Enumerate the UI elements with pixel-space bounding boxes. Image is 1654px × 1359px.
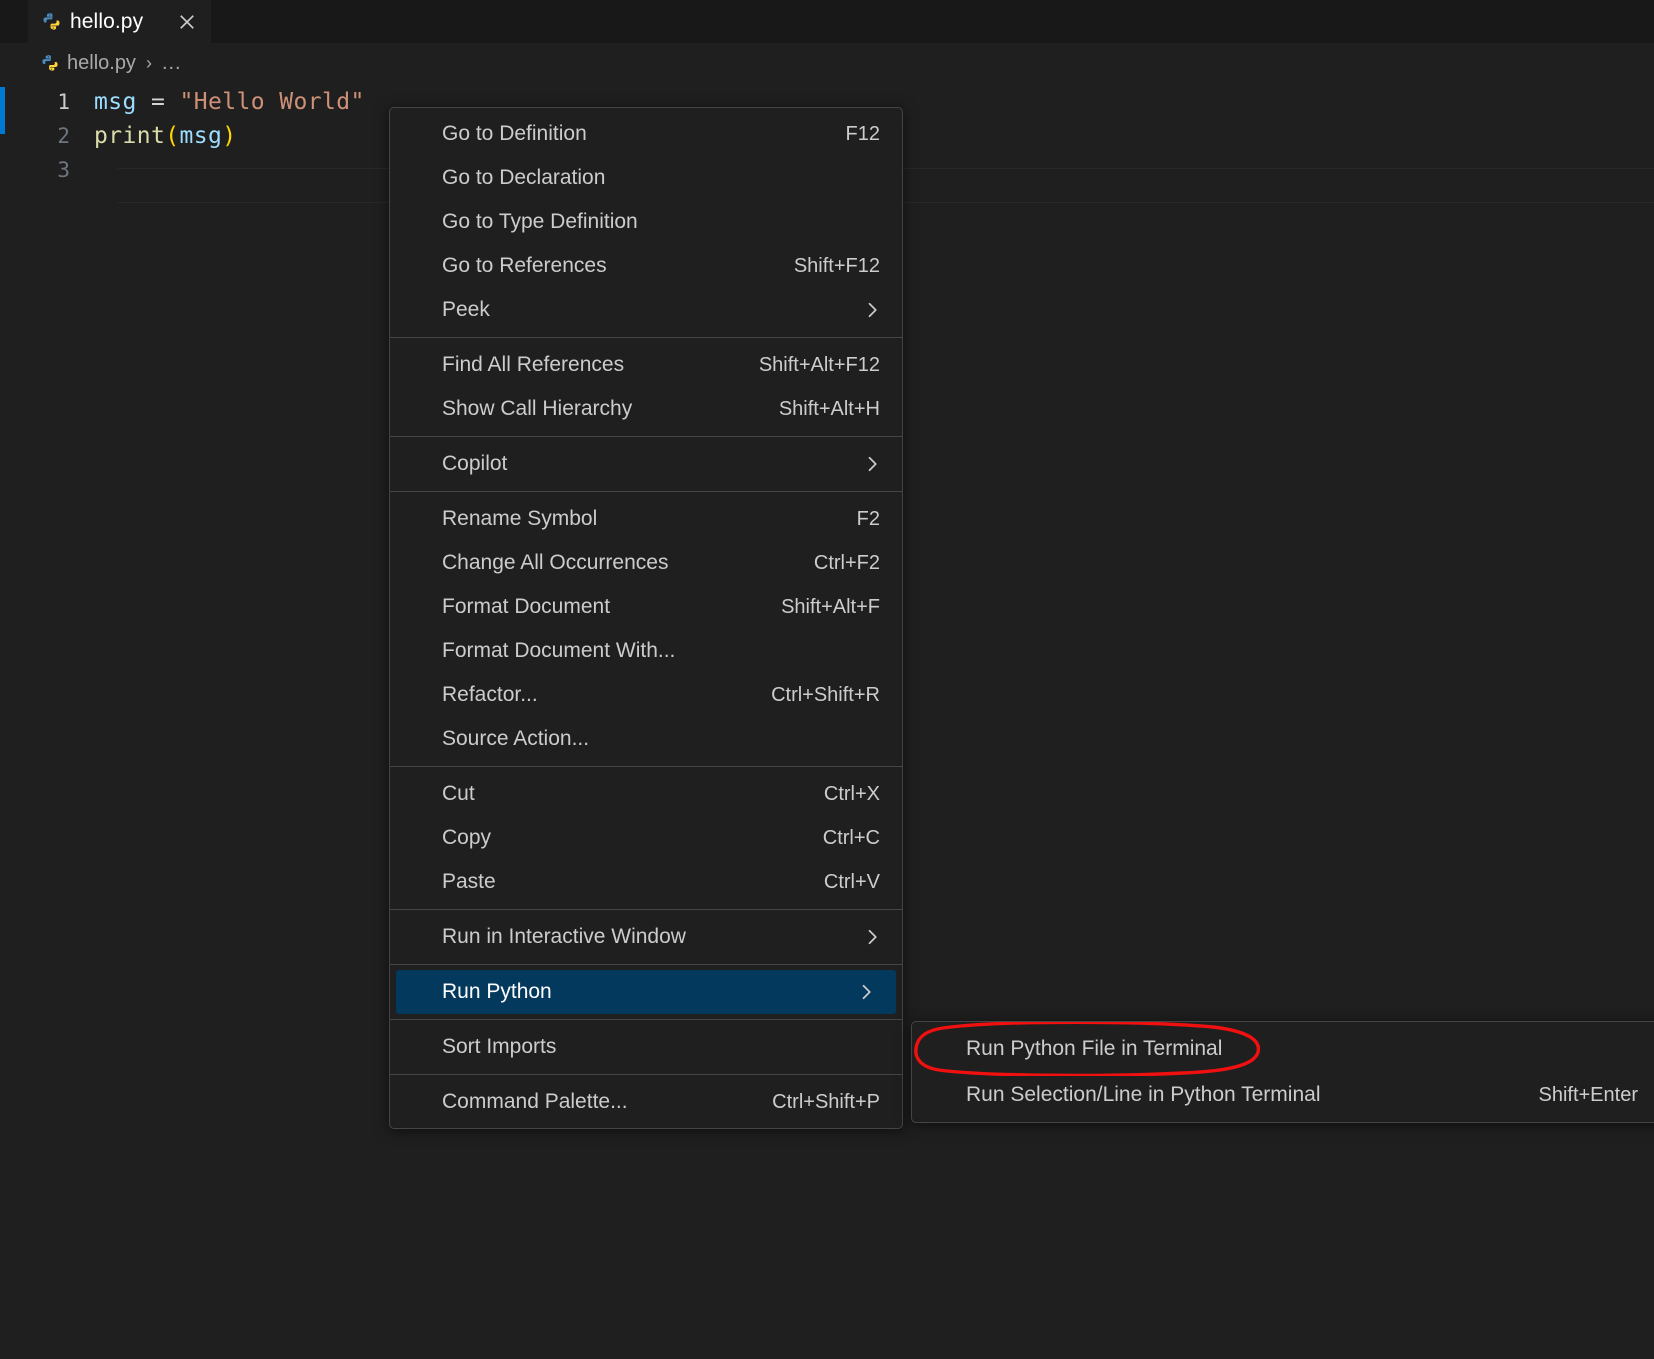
chevron-right-icon	[862, 300, 884, 320]
menu-item-sort-imports[interactable]: Sort Imports	[390, 1025, 902, 1069]
breadcrumb-overflow[interactable]: ...	[162, 52, 182, 75]
menu-separator	[390, 491, 902, 492]
menu-item-label: Run Python File in Terminal	[966, 1037, 1222, 1061]
run-python-submenu[interactable]: Run Python File in Terminal Run Selection…	[911, 1021, 1654, 1123]
menu-item-paste[interactable]: Paste Ctrl+V	[390, 860, 902, 904]
menu-item-shortcut: Ctrl+Shift+R	[771, 684, 884, 707]
menu-item-label: Command Palette...	[442, 1090, 628, 1114]
menu-item-shortcut: Shift+Alt+F	[781, 596, 884, 619]
python-icon	[41, 54, 59, 72]
line-number: 2	[0, 124, 94, 148]
menu-item-run-in-interactive-window[interactable]: Run in Interactive Window	[390, 915, 902, 959]
menu-separator	[390, 909, 902, 910]
code-text-line-1: msg = "Hello World"	[94, 89, 365, 115]
menu-separator	[390, 964, 902, 965]
menu-item-refactor[interactable]: Refactor... Ctrl+Shift+R	[390, 673, 902, 717]
menu-item-label: Copy	[442, 826, 491, 850]
menu-separator	[390, 337, 902, 338]
breadcrumb-file[interactable]: hello.py	[67, 52, 136, 75]
menu-separator	[390, 1019, 902, 1020]
editor-context-menu[interactable]: Go to Definition F12 Go to Declaration Go t…	[389, 107, 903, 1129]
menu-item-format-document[interactable]: Format Document Shift+Alt+F	[390, 585, 902, 629]
menu-item-label: Change All Occurrences	[442, 551, 668, 575]
chevron-right-icon	[856, 982, 878, 1002]
vscode-window: hello.py hello.py › ... 1 msg = "Hello W…	[0, 0, 1654, 1359]
menu-item-label: Go to Type Definition	[442, 210, 638, 234]
menu-item-label: Source Action...	[442, 727, 589, 751]
chevron-right-icon	[862, 454, 884, 474]
menu-item-shortcut: Shift+Enter	[1538, 1084, 1642, 1107]
line-number: 3	[0, 158, 94, 182]
submenu-item-run-python-file-in-terminal[interactable]: Run Python File in Terminal	[912, 1026, 1654, 1072]
menu-item-shortcut: Ctrl+V	[824, 871, 884, 894]
menu-item-label: Paste	[442, 870, 496, 894]
chevron-right-icon	[862, 927, 884, 947]
menu-item-shortcut: Ctrl+C	[823, 827, 884, 850]
menu-item-change-all-occurrences[interactable]: Change All Occurrences Ctrl+F2	[390, 541, 902, 585]
line-number: 1	[0, 90, 94, 114]
menu-item-label: Peek	[442, 298, 490, 322]
menu-item-label: Cut	[442, 782, 475, 806]
menu-item-go-to-definition[interactable]: Go to Definition F12	[390, 112, 902, 156]
menu-item-shortcut: Ctrl+F2	[814, 552, 884, 575]
menu-item-label: Run in Interactive Window	[442, 925, 686, 949]
menu-item-label: Format Document With...	[442, 639, 675, 663]
breadcrumb: hello.py › ...	[0, 43, 1654, 83]
editor-tab-hello-py[interactable]: hello.py	[28, 0, 211, 43]
menu-item-label: Sort Imports	[442, 1035, 556, 1059]
menu-item-label: Copilot	[442, 452, 507, 476]
menu-item-shortcut: Ctrl+X	[824, 783, 884, 806]
menu-item-cut[interactable]: Cut Ctrl+X	[390, 772, 902, 816]
menu-item-find-all-references[interactable]: Find All References Shift+Alt+F12	[390, 343, 902, 387]
chevron-right-icon: ›	[144, 53, 154, 74]
menu-item-label: Format Document	[442, 595, 610, 619]
menu-item-run-python[interactable]: Run Python	[396, 970, 896, 1014]
menu-item-go-to-type-definition[interactable]: Go to Type Definition	[390, 200, 902, 244]
submenu-item-run-selection-line-in-python-terminal[interactable]: Run Selection/Line in Python Terminal Shi…	[912, 1072, 1654, 1118]
menu-separator	[390, 436, 902, 437]
menu-item-shortcut: F12	[846, 123, 884, 146]
menu-item-shortcut: Shift+F12	[794, 255, 884, 278]
focus-border	[0, 87, 5, 134]
menu-item-shortcut: Ctrl+Shift+P	[772, 1091, 884, 1114]
menu-item-label: Find All References	[442, 353, 624, 377]
menu-item-shortcut: Shift+Alt+H	[779, 398, 884, 421]
menu-item-go-to-declaration[interactable]: Go to Declaration	[390, 156, 902, 200]
close-icon[interactable]	[176, 11, 198, 33]
menu-item-peek[interactable]: Peek	[390, 288, 902, 332]
editor-tab-bar: hello.py	[0, 0, 1654, 43]
menu-item-label: Go to References	[442, 254, 607, 278]
python-icon	[42, 12, 61, 31]
menu-item-shortcut: F2	[857, 508, 884, 531]
code-text-line-2: print(msg)	[94, 123, 237, 149]
menu-item-copy[interactable]: Copy Ctrl+C	[390, 816, 902, 860]
menu-item-label: Show Call Hierarchy	[442, 397, 632, 421]
menu-item-format-document-with[interactable]: Format Document With...	[390, 629, 902, 673]
menu-item-label: Go to Definition	[442, 122, 587, 146]
editor-tab-label: hello.py	[70, 10, 143, 34]
menu-item-rename-symbol[interactable]: Rename Symbol F2	[390, 497, 902, 541]
menu-item-label: Refactor...	[442, 683, 538, 707]
menu-item-shortcut: Shift+Alt+F12	[759, 354, 884, 377]
menu-item-source-action[interactable]: Source Action...	[390, 717, 902, 761]
menu-item-label: Run Python	[442, 980, 552, 1004]
menu-separator	[390, 766, 902, 767]
menu-item-go-to-references[interactable]: Go to References Shift+F12	[390, 244, 902, 288]
menu-separator	[390, 1074, 902, 1075]
menu-item-label: Run Selection/Line in Python Terminal	[966, 1083, 1321, 1107]
menu-item-show-call-hierarchy[interactable]: Show Call Hierarchy Shift+Alt+H	[390, 387, 902, 431]
menu-item-label: Rename Symbol	[442, 507, 597, 531]
menu-item-command-palette[interactable]: Command Palette... Ctrl+Shift+P	[390, 1080, 902, 1124]
menu-item-copilot[interactable]: Copilot	[390, 442, 902, 486]
menu-item-label: Go to Declaration	[442, 166, 605, 190]
